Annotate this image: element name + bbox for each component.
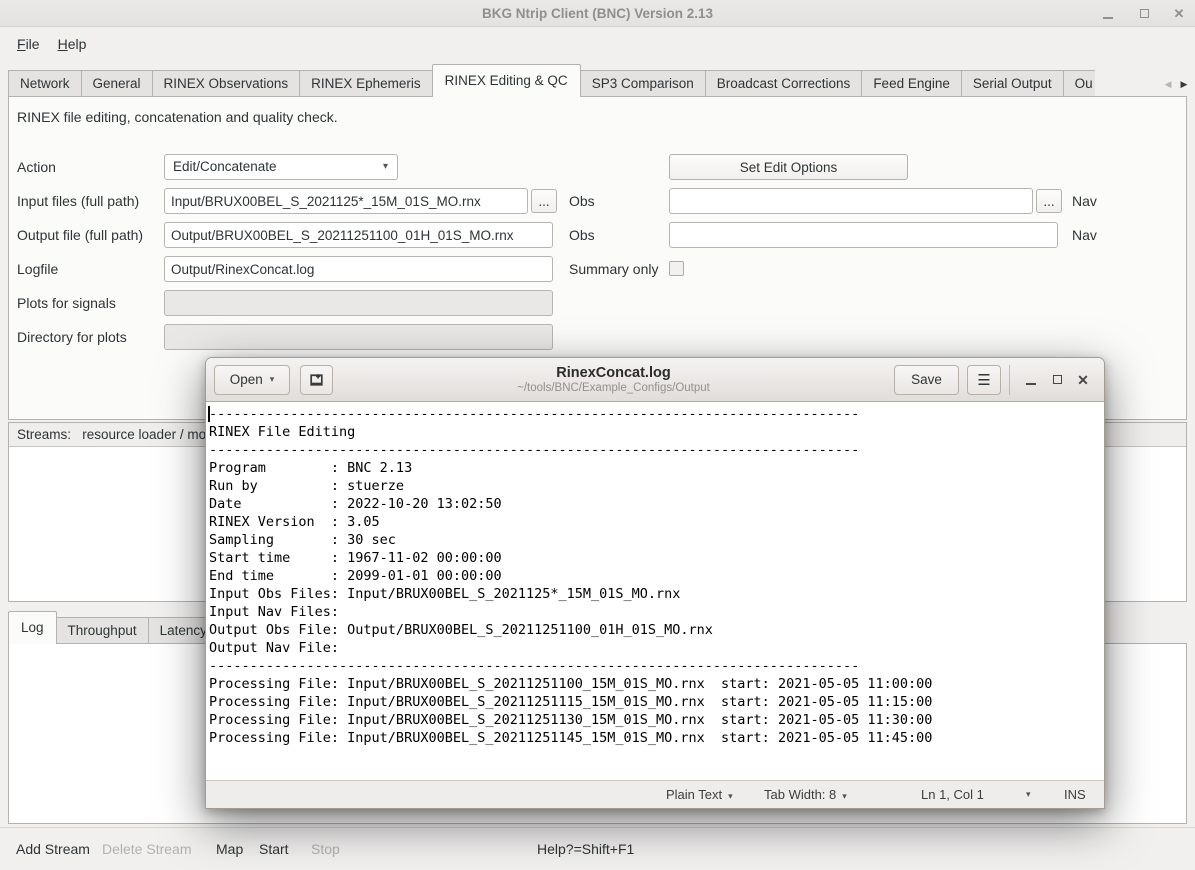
plots-for-signals-field (164, 290, 553, 316)
action-label: Action (17, 154, 56, 180)
menu-help[interactable]: Help (49, 33, 96, 55)
editor-headerbar: Open ▾ RinexConcat.log ~/tools/BNC/Examp… (206, 358, 1104, 402)
editor-document-title: RinexConcat.log (333, 365, 894, 381)
bottom-action-bar: Add Stream Delete Stream Map Start Stop … (0, 827, 1195, 869)
summary-only-label: Summary only (569, 256, 658, 282)
output-obs-file-field[interactable] (164, 222, 553, 248)
stop-button: Stop (311, 828, 340, 870)
log-file-content: ----------------------------------------… (209, 405, 1104, 747)
tab-broadcast-corrections[interactable]: Broadcast Corrections (705, 70, 863, 97)
editor-text-area[interactable]: ----------------------------------------… (206, 402, 1104, 780)
main-tab-bar: Network General RINEX Observations RINEX… (8, 64, 1160, 97)
start-button[interactable]: Start (259, 828, 289, 870)
tab-general[interactable]: General (81, 70, 153, 97)
output-nav-file-field[interactable] (669, 222, 1058, 248)
map-button[interactable]: Map (216, 828, 243, 870)
input-nav-files-field[interactable] (669, 188, 1033, 214)
chevron-down-icon: ▾ (842, 791, 847, 801)
new-document-icon (308, 371, 325, 388)
editor-document-path: ~/tools/BNC/Example_Configs/Output (333, 382, 894, 394)
close-icon: ✕ (1077, 373, 1089, 387)
action-combobox[interactable]: Edit/Concatenate ▾ (164, 154, 398, 180)
logfile-label: Logfile (17, 256, 58, 282)
editor-status-bar: Plain Text▾ Tab Width: 8▾ Ln 1, Col 1 ▾ … (206, 780, 1104, 808)
obs-label-1: Obs (569, 188, 595, 214)
directory-for-plots-field (164, 324, 553, 350)
window-minimize-button[interactable] (1097, 0, 1119, 27)
input-obs-files-field[interactable] (164, 188, 528, 214)
maximize-icon (1140, 9, 1149, 18)
delete-stream-button: Delete Stream (102, 828, 191, 870)
open-button-label: Open (230, 372, 263, 387)
logfile-field[interactable] (164, 256, 553, 282)
header-separator (1009, 365, 1010, 395)
nav-label-1: Nav (1072, 188, 1097, 214)
directory-for-plots-label: Directory for plots (17, 324, 127, 350)
window-maximize-button[interactable] (1133, 0, 1155, 27)
output-file-label: Output file (full path) (17, 222, 143, 248)
editor-minimize-button[interactable] (1018, 366, 1044, 394)
summary-only-checkbox[interactable] (669, 261, 684, 276)
nav-label-2: Nav (1072, 222, 1097, 248)
input-files-label: Input files (full path) (17, 188, 139, 214)
tab-width-label: Tab Width: 8 (764, 787, 836, 802)
tab-log[interactable]: Log (8, 611, 57, 644)
tab-rinex-observations[interactable]: RINEX Observations (152, 70, 301, 97)
chevron-down-icon: ▾ (728, 791, 733, 801)
new-document-button[interactable] (300, 365, 333, 395)
language-label: Plain Text (666, 787, 722, 802)
menu-button[interactable]: ☰ (967, 365, 1001, 395)
tab-feed-engine[interactable]: Feed Engine (861, 70, 962, 97)
tab-outages-clipped[interactable]: Ou (1063, 70, 1095, 97)
editor-close-button[interactable]: ✕ (1070, 366, 1096, 394)
tab-throughput[interactable]: Throughput (56, 617, 149, 644)
tab-sp3-comparison[interactable]: SP3 Comparison (580, 70, 706, 97)
hamburger-menu-icon: ☰ (977, 371, 990, 389)
goto-line-dropdown-icon[interactable]: ▾ (1026, 781, 1031, 809)
text-editor-window: Open ▾ RinexConcat.log ~/tools/BNC/Examp… (205, 357, 1105, 809)
input-nav-browse-button[interactable]: ... (1036, 189, 1062, 213)
tab-network[interactable]: Network (8, 70, 82, 97)
window-close-button[interactable]: ✕ (1168, 0, 1190, 27)
set-edit-options-button[interactable]: Set Edit Options (669, 154, 908, 180)
chevron-down-icon: ▾ (383, 155, 388, 179)
pane-description: RINEX file editing, concatenation and qu… (17, 109, 338, 125)
tab-serial-output[interactable]: Serial Output (961, 70, 1064, 97)
insert-mode-indicator: INS (1064, 781, 1086, 809)
language-selector[interactable]: Plain Text ▾ (666, 781, 733, 809)
tab-scroll-right-icon[interactable]: ▶ (1176, 72, 1192, 96)
plots-for-signals-label: Plots for signals (17, 290, 116, 316)
cursor-position[interactable]: Ln 1, Col 1 (921, 781, 984, 809)
add-stream-button[interactable]: Add Stream (16, 828, 90, 870)
editor-maximize-button[interactable] (1044, 366, 1070, 394)
help-shortcut-text: Help?=Shift+F1 (537, 828, 634, 870)
maximize-icon (1053, 375, 1062, 384)
tab-width-selector[interactable]: Tab Width: 8 ▾ (764, 781, 847, 809)
action-value: Edit/Concatenate (173, 159, 277, 174)
menu-bar: File Help (0, 28, 1195, 59)
main-titlebar: BKG Ntrip Client (BNC) Version 2.13 ✕ (0, 0, 1195, 27)
tab-rinex-ephemeris[interactable]: RINEX Ephemeris (299, 70, 433, 97)
save-button[interactable]: Save (894, 365, 959, 395)
open-button[interactable]: Open ▾ (214, 365, 290, 395)
close-icon: ✕ (1174, 7, 1185, 20)
minimize-icon (1026, 383, 1036, 385)
tab-scroll-left-icon[interactable]: ◀ (1160, 72, 1176, 96)
editor-title-block: RinexConcat.log ~/tools/BNC/Example_Conf… (333, 365, 894, 394)
window-title: BKG Ntrip Client (BNC) Version 2.13 (0, 0, 1195, 27)
menu-file[interactable]: File (8, 33, 49, 55)
tab-rinex-editing-qc[interactable]: RINEX Editing & QC (432, 64, 581, 97)
text-cursor (208, 406, 210, 422)
minimize-icon (1103, 17, 1113, 19)
input-obs-browse-button[interactable]: ... (531, 189, 557, 213)
chevron-down-icon: ▾ (270, 374, 275, 385)
obs-label-2: Obs (569, 222, 595, 248)
